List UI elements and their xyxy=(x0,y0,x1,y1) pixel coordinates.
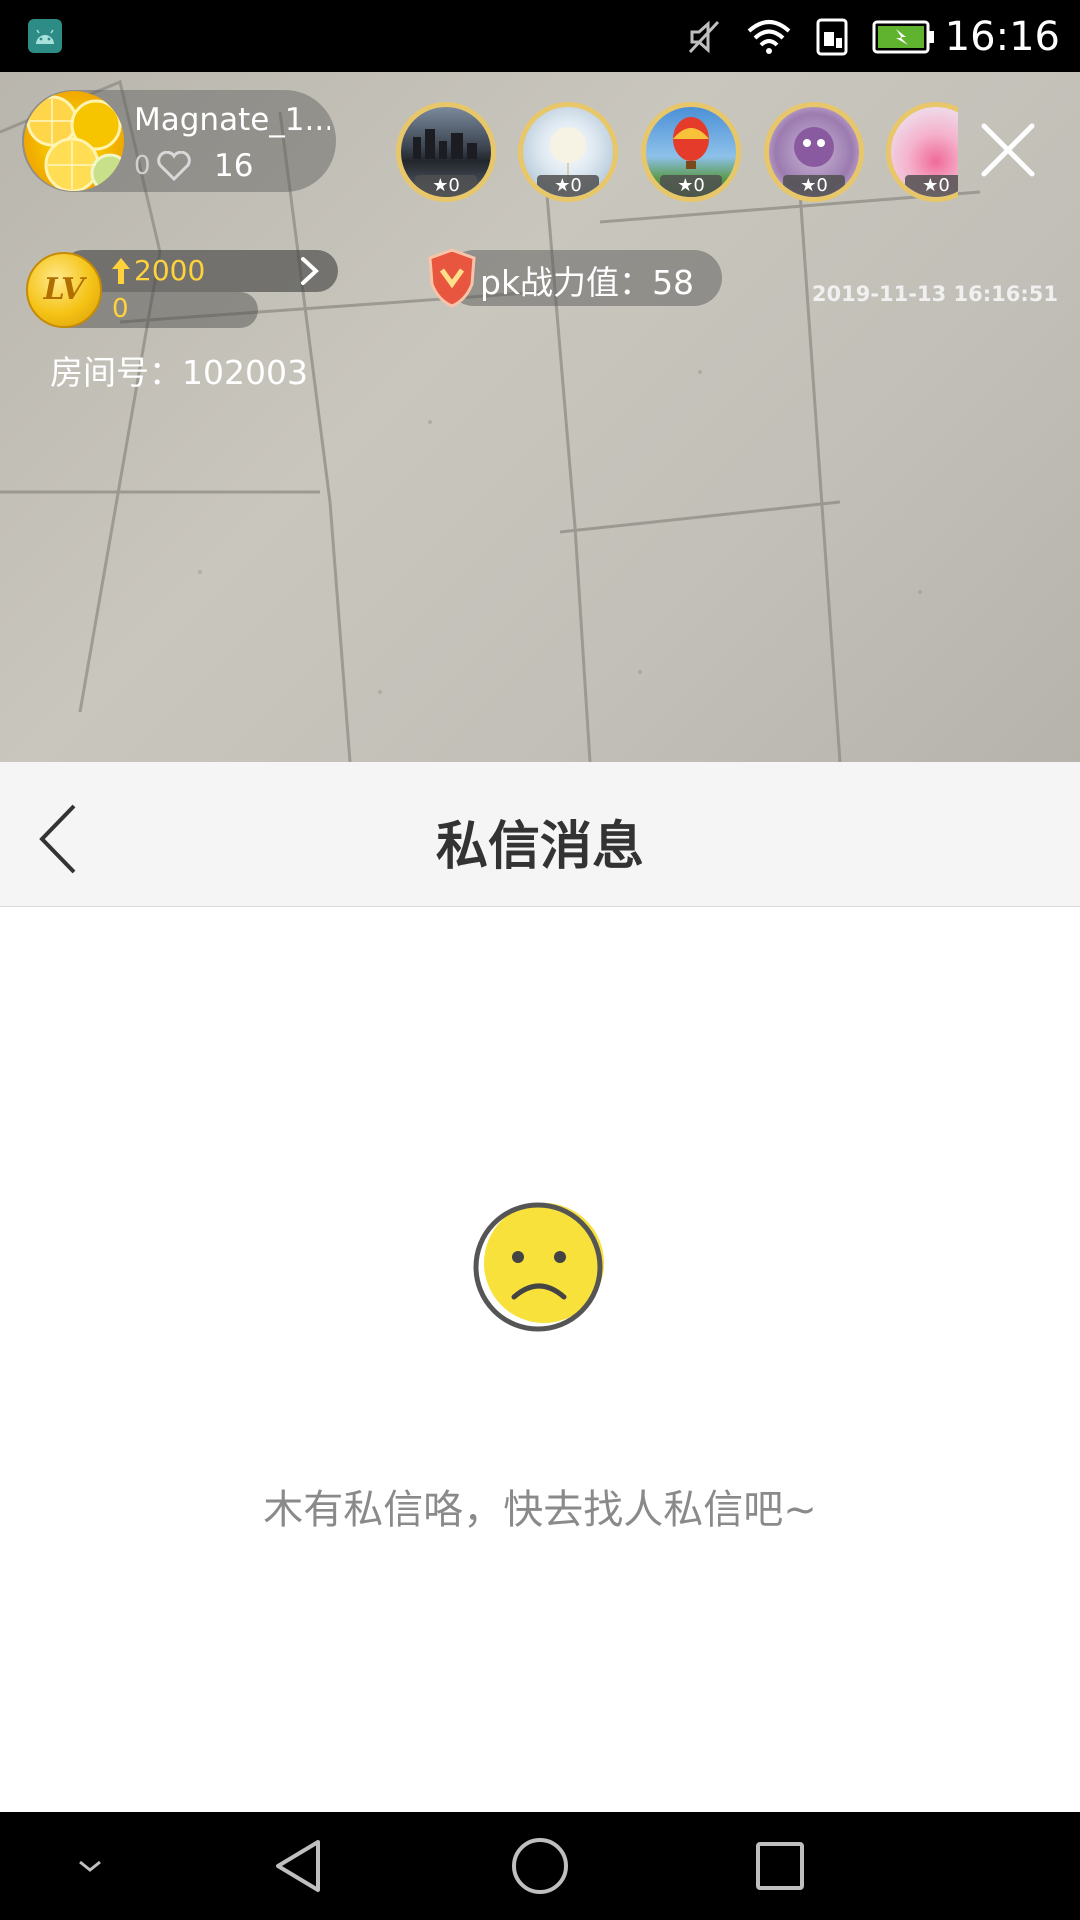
viewer-badge: ★0 xyxy=(415,175,477,197)
page-title: 私信消息 xyxy=(435,817,644,877)
anchor-likes: 0 16 xyxy=(134,148,253,184)
viewer-badge: ★0 xyxy=(783,175,845,197)
sad-face-icon xyxy=(473,1202,604,1332)
likes-count: 16 xyxy=(214,148,254,184)
pk-value: 58 xyxy=(652,263,695,302)
viewer-clip: ★0 xyxy=(886,102,958,202)
level-value: 0 xyxy=(112,294,129,324)
viewer-badge: ★0 xyxy=(537,175,599,197)
chevron-right-icon[interactable] xyxy=(298,256,322,286)
timestamp: 2019-11-13 16:16:51 xyxy=(811,282,1058,306)
level-badge-icon: LV xyxy=(26,252,102,328)
messages-header: 私信消息 xyxy=(0,762,1080,907)
back-icon[interactable] xyxy=(270,1836,330,1896)
viewer-avatar[interactable]: ★0 xyxy=(886,102,958,202)
level-progress[interactable]: LV 2000 0 xyxy=(22,248,338,330)
viewer-badge: ★0 xyxy=(905,175,958,197)
recents-icon[interactable] xyxy=(750,1836,810,1896)
anchor-avatar[interactable] xyxy=(24,91,124,191)
pk-power[interactable]: pk战力值：58 xyxy=(426,248,722,308)
close-icon[interactable] xyxy=(976,118,1040,182)
room-number: 房间号：102003 xyxy=(50,353,308,392)
shield-icon xyxy=(428,248,476,308)
live-video-area[interactable]: Magnate_1... 0 16 ★0 ★0 ★0 ★0 ★0 LV 2000… xyxy=(0,72,1080,762)
android-debug-icon xyxy=(28,19,62,53)
viewer-badge: ★0 xyxy=(660,175,722,197)
navigation-bar xyxy=(0,1812,1080,1920)
home-icon[interactable] xyxy=(510,1836,570,1896)
viewer-avatar[interactable]: ★0 xyxy=(764,102,864,202)
viewer-avatar[interactable]: ★0 xyxy=(518,102,618,202)
anchor-name: Magnate_1... xyxy=(134,102,330,138)
arrow-up-icon xyxy=(112,257,130,284)
mute-icon xyxy=(688,20,720,54)
battery-charging-icon xyxy=(872,20,934,54)
viewer-avatar[interactable]: ★0 xyxy=(641,102,741,202)
status-bar: 16:16 xyxy=(0,0,1080,72)
pk-label: pk战力值： xyxy=(480,263,653,302)
empty-message: 木有私信咯，快去找人私信吧~ xyxy=(263,1487,817,1533)
likes-prefix: 0 xyxy=(134,151,151,181)
anchor-info[interactable]: Magnate_1... 0 16 xyxy=(22,90,336,192)
viewer-avatar[interactable]: ★0 xyxy=(396,102,496,202)
level-points: 2000 xyxy=(134,254,206,287)
hide-keyboard-icon[interactable] xyxy=(60,1836,120,1896)
wifi-icon xyxy=(747,20,791,54)
messages-list-empty: 木有私信咯，快去找人私信吧~ xyxy=(0,907,1080,1812)
heart-icon xyxy=(157,151,191,181)
clock: 16:16 xyxy=(944,14,1060,60)
sim-icon xyxy=(816,18,848,56)
